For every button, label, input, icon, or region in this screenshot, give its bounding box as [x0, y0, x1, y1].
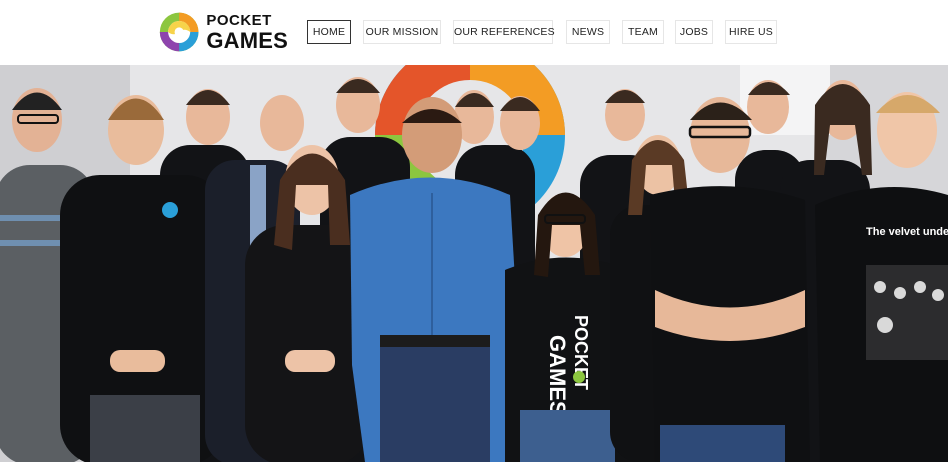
- logo-wordmark: POCKET GAMES: [206, 13, 288, 52]
- nav-home[interactable]: HOME: [307, 20, 351, 44]
- band-shirt-text: The velvet underground: [866, 226, 948, 238]
- logo-swirl-icon: [159, 12, 199, 52]
- logo-line2: GAMES: [206, 27, 288, 53]
- nav-our-references[interactable]: OUR REFERENCES: [453, 20, 555, 44]
- nav-news[interactable]: NEWS: [566, 20, 610, 44]
- site-header: POCKET GAMES HOME OUR MISSION OUR REFERE…: [0, 0, 948, 65]
- team-photo-image: POCKET GAMES The velvet underground: [0, 65, 948, 462]
- hero-team-photo: POCKET GAMES The velvet underground: [0, 65, 948, 462]
- nav-team[interactable]: TEAM: [622, 20, 664, 44]
- logo-line1: POCKET: [206, 11, 272, 29]
- shirt-print-games: GAMES: [545, 335, 570, 416]
- nav-hire-us[interactable]: HIRE US: [725, 20, 777, 44]
- nav-our-mission[interactable]: OUR MISSION: [363, 20, 441, 44]
- nav-jobs[interactable]: JOBS: [675, 20, 713, 44]
- site-logo[interactable]: POCKET GAMES: [158, 9, 288, 55]
